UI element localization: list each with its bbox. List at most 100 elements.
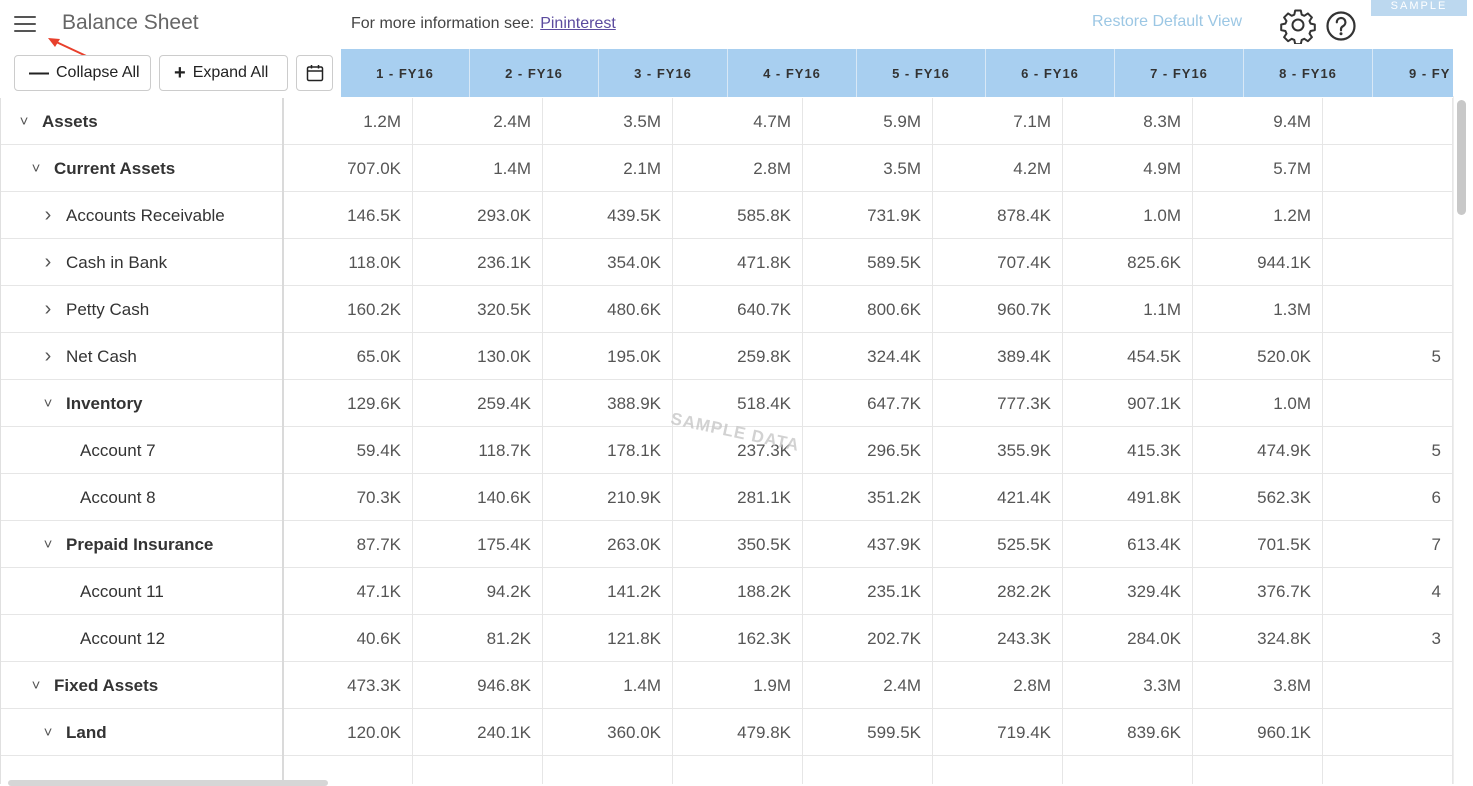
date-picker-button[interactable]: [296, 55, 333, 91]
value-cell: 437.9K: [803, 521, 933, 568]
chevron-down-icon[interactable]: ˅: [41, 395, 55, 412]
value-cell: 263.0K: [543, 521, 673, 568]
table-row: ˅ Land 120.0K 240.1K 360.0K 479.8K 599.5K 719.4…: [0, 709, 1453, 756]
value-cell: 562.3K: [1193, 474, 1323, 521]
info-text: For more information see: Pininterest: [351, 15, 616, 33]
column-header[interactable]: 2 - FY16: [470, 49, 599, 97]
value-cell: 2.4M: [803, 662, 933, 709]
value-cell: 281.1K: [673, 474, 803, 521]
sample-badge: SAMPLE: [1371, 0, 1467, 16]
value-cell: [413, 756, 543, 784]
value-cell: 7.1M: [933, 98, 1063, 145]
value-cell: 839.6K: [1063, 709, 1193, 756]
value-cell: 324.4K: [803, 333, 933, 380]
table-row: ˅ Inventory 129.6K 259.4K 388.9K 518.4K 647.7K…: [0, 380, 1453, 427]
chevron-right-icon[interactable]: ›: [41, 204, 55, 227]
row-label-cell: Account 11: [0, 568, 284, 615]
row-label-cell: ˅ Current Assets: [0, 145, 284, 192]
value-cell: 81.2K: [413, 615, 543, 662]
value-cell: 613.4K: [1063, 521, 1193, 568]
collapse-all-button[interactable]: — Collapse All: [14, 55, 151, 91]
chevron-down-icon[interactable]: ˅: [29, 160, 43, 177]
table-row: ˅ Current Assets 707.0K 1.4M 2.1M 2.8M 3.5M 4.2…: [0, 145, 1453, 192]
gear-icon[interactable]: [1280, 8, 1316, 44]
row-label-cell: ˅ Inventory: [0, 380, 284, 427]
row-label: Land: [66, 722, 107, 742]
column-header[interactable]: 3 - FY16: [599, 49, 728, 97]
value-cell: [1323, 662, 1453, 709]
value-cell: 70.3K: [284, 474, 413, 521]
value-cell: 585.8K: [673, 192, 803, 239]
table-row: ˅ Assets 1.2M 2.4M 3.5M 4.7M 5.9M 7.1M 8.3M 9.4M: [0, 98, 1453, 145]
value-cell: 4.2M: [933, 145, 1063, 192]
row-label: Fixed Assets: [54, 675, 159, 695]
table-row: ˅ Fixed Assets 473.3K 946.8K 1.4M 1.9M 2.4M 2.8…: [0, 662, 1453, 709]
value-cell: 2.8M: [673, 145, 803, 192]
vertical-scrollbar-thumb[interactable]: [1457, 100, 1466, 215]
column-header[interactable]: 5 - FY16: [857, 49, 986, 97]
pininterest-link[interactable]: Pininterest: [540, 15, 616, 32]
row-label: Account 7: [80, 440, 156, 460]
row-label-cell: Account 12: [0, 615, 284, 662]
value-cell: 491.8K: [1063, 474, 1193, 521]
help-icon[interactable]: [1325, 10, 1357, 42]
chevron-down-icon[interactable]: ˅: [29, 677, 43, 694]
row-label-cell: › Accounts Receivable: [0, 192, 284, 239]
column-header[interactable]: 9 - FY: [1373, 49, 1453, 97]
value-cell: 237.3K: [673, 427, 803, 474]
value-cell: 3: [1323, 615, 1453, 662]
row-label-cell: ˅ Fixed Assets: [0, 662, 284, 709]
table-row: › Cash in Bank 118.0K 236.1K 354.0K 471.8K 589…: [0, 239, 1453, 286]
value-cell: 388.9K: [543, 380, 673, 427]
value-cell: 354.0K: [543, 239, 673, 286]
value-cell: 188.2K: [673, 568, 803, 615]
top-bar: Balance Sheet For more information see: P…: [0, 0, 1473, 48]
chevron-down-icon[interactable]: ˅: [41, 536, 55, 553]
column-header[interactable]: 7 - FY16: [1115, 49, 1244, 97]
chevron-right-icon[interactable]: ›: [41, 251, 55, 274]
table-row: Account 12 40.6K 81.2K 121.8K 162.3K 202.7K 24…: [0, 615, 1453, 662]
value-cell: 1.0M: [1193, 380, 1323, 427]
column-header[interactable]: 6 - FY16: [986, 49, 1115, 97]
chevron-right-icon[interactable]: ›: [41, 345, 55, 368]
horizontal-scrollbar-thumb[interactable]: [8, 780, 328, 786]
chevron-right-icon[interactable]: ›: [41, 298, 55, 321]
value-cell: 5.9M: [803, 98, 933, 145]
value-cell: 1.4M: [543, 662, 673, 709]
value-cell: 599.5K: [803, 709, 933, 756]
value-cell: 731.9K: [803, 192, 933, 239]
restore-default-view-link[interactable]: Restore Default View: [1092, 13, 1242, 31]
table-row: › Net Cash 65.0K 130.0K 195.0K 259.8K 324.4K 38…: [0, 333, 1453, 380]
column-header[interactable]: 4 - FY16: [728, 49, 857, 97]
value-cell: 520.0K: [1193, 333, 1323, 380]
value-cell: [1323, 380, 1453, 427]
value-cell: 259.4K: [413, 380, 543, 427]
value-cell: 474.9K: [1193, 427, 1323, 474]
value-cell: [1323, 709, 1453, 756]
row-label: Cash in Bank: [66, 252, 168, 272]
value-cell: 946.8K: [413, 662, 543, 709]
value-cell: [1323, 145, 1453, 192]
value-cell: [1323, 756, 1453, 784]
table-row: › Petty Cash 160.2K 320.5K 480.6K 640.7K 800.6…: [0, 286, 1453, 333]
expand-all-button[interactable]: + Expand All: [159, 55, 288, 91]
value-cell: 324.8K: [1193, 615, 1323, 662]
value-cell: [1323, 239, 1453, 286]
hamburger-menu-icon[interactable]: [12, 12, 38, 36]
table-row: Account 8 70.3K 140.6K 210.9K 281.1K 351.2K 42…: [0, 474, 1453, 521]
value-cell: 473.3K: [284, 662, 413, 709]
column-header[interactable]: 8 - FY16: [1244, 49, 1373, 97]
value-cell: 439.5K: [543, 192, 673, 239]
value-cell: [803, 756, 933, 784]
value-cell: 59.4K: [284, 427, 413, 474]
value-cell: 907.1K: [1063, 380, 1193, 427]
column-header[interactable]: 1 - FY16: [341, 49, 470, 97]
value-cell: 4.9M: [1063, 145, 1193, 192]
value-cell: 1.3M: [1193, 286, 1323, 333]
value-cell: 282.2K: [933, 568, 1063, 615]
value-cell: 415.3K: [1063, 427, 1193, 474]
row-label: Petty Cash: [66, 299, 150, 319]
chevron-down-icon[interactable]: ˅: [41, 724, 55, 741]
value-cell: 589.5K: [803, 239, 933, 286]
chevron-down-icon[interactable]: ˅: [17, 113, 31, 130]
